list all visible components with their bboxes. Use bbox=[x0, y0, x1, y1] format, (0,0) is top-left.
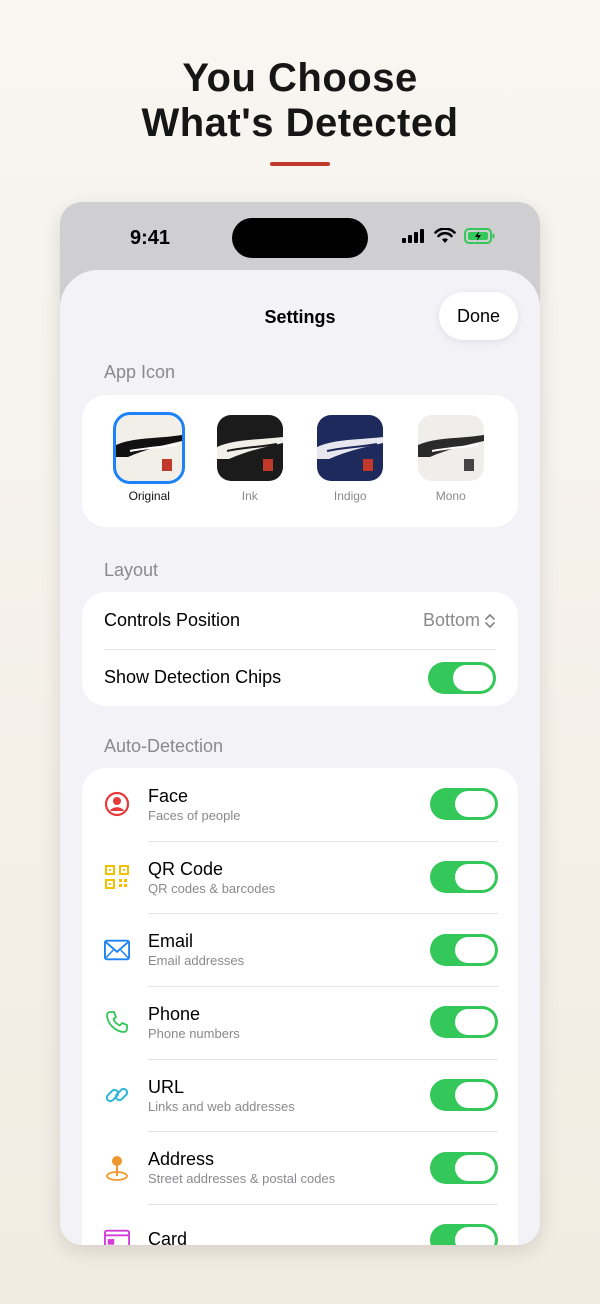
app-icon-option-mono[interactable]: Mono bbox=[401, 415, 502, 503]
headline: You Choose What's Detected bbox=[0, 56, 600, 146]
wifi-icon bbox=[434, 228, 456, 243]
controls-position-picker[interactable]: Bottom bbox=[423, 610, 496, 631]
card-icon bbox=[104, 1227, 130, 1245]
face-icon bbox=[104, 791, 130, 817]
app-icon-option-indigo[interactable]: Indigo bbox=[300, 415, 401, 503]
headline-underline bbox=[270, 162, 330, 166]
detection-subtitle: Phone numbers bbox=[148, 1025, 240, 1041]
show-detection-chips-toggle[interactable] bbox=[428, 661, 496, 694]
settings-sheet: Settings Done App Icon Original Ink Indi… bbox=[60, 270, 540, 1245]
map-pin-icon bbox=[104, 1155, 130, 1181]
controls-position-value: Bottom bbox=[422, 610, 480, 630]
envelope-icon bbox=[104, 937, 130, 963]
controls-position-label: Controls Position bbox=[104, 610, 241, 630]
signal-icon bbox=[402, 229, 424, 243]
detection-row-url: URL Links and web addresses bbox=[82, 1058, 518, 1132]
detection-row-face: Face Faces of people bbox=[82, 768, 518, 841]
status-icons bbox=[402, 228, 496, 244]
dynamic-island bbox=[232, 218, 368, 258]
toggle-knob bbox=[455, 864, 495, 891]
app-icon-label: Original bbox=[128, 489, 170, 503]
app-icon-card: Original Ink Indigo Mono bbox=[82, 395, 518, 527]
toggle-knob bbox=[455, 1082, 495, 1109]
detection-title: Email bbox=[148, 931, 194, 952]
detection-subtitle: Faces of people bbox=[148, 807, 241, 823]
detection-row-card: Card bbox=[82, 1204, 518, 1245]
address-toggle[interactable] bbox=[430, 1151, 498, 1184]
toggle-knob bbox=[455, 1154, 495, 1181]
toggle-knob bbox=[453, 664, 493, 691]
headline-line-2: What's Detected bbox=[141, 101, 459, 145]
detection-row-address: Address Street addresses & postal codes bbox=[82, 1131, 518, 1204]
detection-row-phone: Phone Phone numbers bbox=[82, 986, 518, 1059]
app-icon-original-thumbnail bbox=[113, 412, 186, 484]
app-icon-label: Mono bbox=[435, 489, 466, 503]
detection-subtitle: Links and web addresses bbox=[148, 1098, 295, 1114]
toggle-knob bbox=[455, 936, 495, 963]
detection-row-qr-code: QR Code QR codes & barcodes bbox=[82, 840, 518, 914]
section-header-auto-detection: Auto-Detection bbox=[104, 736, 224, 756]
section-header-app-icon: App Icon bbox=[104, 362, 176, 382]
app-icon-option-original[interactable]: Original bbox=[99, 412, 200, 503]
app-icon-option-ink[interactable]: Ink bbox=[200, 415, 301, 503]
phone-toggle[interactable] bbox=[430, 1006, 498, 1039]
auto-detection-card: Face Faces of people QR Code QR codes & … bbox=[82, 768, 518, 1245]
detection-subtitle: Street addresses & postal codes bbox=[148, 1171, 336, 1187]
detection-title: Phone bbox=[148, 1003, 201, 1024]
detection-title: Address bbox=[148, 1149, 215, 1170]
status-time: 9:41 bbox=[130, 227, 171, 249]
show-detection-chips-row: Show Detection Chips bbox=[82, 649, 518, 706]
battery-charging-icon bbox=[464, 228, 495, 244]
toggle-knob bbox=[455, 1009, 495, 1036]
chevron-up-down-icon bbox=[485, 613, 495, 628]
layout-card: Controls Position Bottom Show Detection … bbox=[82, 592, 518, 706]
app-icon-ink-thumbnail bbox=[216, 415, 283, 481]
app-icon-mono-thumbnail bbox=[417, 415, 484, 481]
app-icon-label: Indigo bbox=[333, 489, 367, 503]
qr-code-toggle[interactable] bbox=[430, 861, 498, 894]
face-toggle[interactable] bbox=[430, 788, 498, 821]
show-detection-chips-label: Show Detection Chips bbox=[104, 667, 282, 687]
phone-frame: 9:41 Settings Done App Icon Original Ink… bbox=[60, 202, 540, 1245]
email-toggle[interactable] bbox=[430, 933, 498, 966]
headline-line-1: You Choose bbox=[182, 56, 418, 100]
done-button[interactable]: Done bbox=[439, 292, 518, 340]
app-icon-label: Ink bbox=[241, 489, 258, 503]
detection-subtitle: QR codes & barcodes bbox=[148, 880, 276, 896]
toggle-knob bbox=[455, 1227, 495, 1245]
url-toggle[interactable] bbox=[430, 1079, 498, 1112]
detection-row-email: Email Email addresses bbox=[82, 913, 518, 986]
link-icon bbox=[104, 1082, 130, 1108]
detection-subtitle: Email addresses bbox=[148, 953, 245, 969]
phone-icon bbox=[104, 1009, 130, 1035]
qr-code-icon bbox=[104, 864, 130, 890]
app-icon-indigo-thumbnail bbox=[317, 415, 384, 481]
controls-position-row[interactable]: Controls Position Bottom bbox=[82, 592, 518, 649]
detection-title: URL bbox=[148, 1076, 185, 1097]
detection-title: Face bbox=[148, 785, 189, 806]
toggle-knob bbox=[455, 791, 495, 818]
section-header-layout: Layout bbox=[104, 560, 159, 580]
detection-title: QR Code bbox=[148, 858, 224, 879]
detection-title: Card bbox=[148, 1229, 188, 1245]
card-toggle[interactable] bbox=[430, 1224, 498, 1245]
